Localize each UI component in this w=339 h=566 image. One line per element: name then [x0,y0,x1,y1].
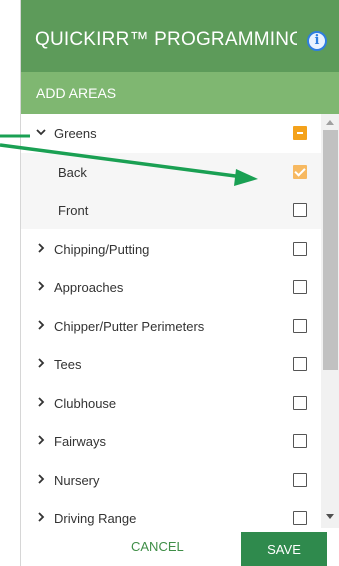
area-checkbox[interactable] [293,472,307,487]
list-item[interactable]: Driving Range [21,499,321,528]
list-item-label: Tees [54,357,82,372]
list-item[interactable]: Chipping/Putting [21,230,321,268]
area-checkbox[interactable] [293,241,307,256]
area-checkbox[interactable] [293,203,307,217]
list-item[interactable]: Clubhouse [21,384,321,422]
chevron-right-icon[interactable] [35,242,47,254]
list-item-label: Driving Range [54,511,137,526]
chevron-right-icon[interactable] [35,473,47,485]
area-checkbox[interactable] [293,357,307,371]
chevron-right-icon[interactable] [35,319,47,331]
section-title: ADD AREAS [36,85,117,101]
chevron-right-icon[interactable] [35,357,47,369]
area-list: Greens Back Front Chipping/Putting Approache… [21,114,321,528]
list-item[interactable]: Chipper/Putter Perimeters [21,307,321,345]
list-subitem[interactable]: Back [21,152,321,191]
chevron-right-icon[interactable] [35,280,47,292]
list-item-label: Fairways [54,434,107,449]
list-item-label: Chipper/Putter Perimeters [54,318,205,334]
dialog-footer: CANCEL SAVE [21,528,339,566]
list-item[interactable]: Greens [21,114,321,152]
area-checkbox[interactable] [293,511,307,525]
list-item[interactable]: Fairways [21,422,321,460]
list-item[interactable]: Nursery [21,461,321,499]
area-checkbox[interactable] [293,280,307,294]
list-item-label: Back [58,164,87,180]
chevron-right-icon[interactable] [35,511,47,523]
list-subitem[interactable]: Front [21,191,321,229]
save-button[interactable]: SAVE [241,532,327,566]
list-scrollbar[interactable] [321,114,339,528]
area-checkbox[interactable] [293,318,307,333]
list-item-label: Nursery [54,472,100,488]
area-checkbox[interactable] [293,164,307,179]
scroll-down-arrow-icon[interactable] [326,514,334,519]
area-checkbox[interactable] [293,126,307,140]
list-item-label: Front [58,203,89,218]
list-item-label: Greens [54,126,97,141]
cancel-button[interactable]: CANCEL [131,539,184,554]
section-header: ADD AREAS [21,72,339,114]
scroll-up-arrow-icon[interactable] [326,120,334,125]
panel-title: QUICKIRR™ PROGRAMMING [35,29,297,50]
area-checkbox[interactable] [293,434,307,448]
scroll-thumb[interactable] [323,130,338,370]
list-item-label: Chipping/Putting [54,241,150,257]
list-item[interactable]: Tees [21,345,321,383]
list-item[interactable]: Approaches [21,268,321,306]
list-item-label: Clubhouse [54,395,117,411]
chevron-right-icon[interactable] [35,434,47,446]
area-checkbox[interactable] [293,395,307,410]
chevron-down-icon[interactable] [35,126,47,138]
chevron-right-icon[interactable] [35,396,47,408]
info-icon[interactable]: i [307,31,327,51]
programming-panel: QUICKIRR™ PROGRAMMING i ADD AREAS Greens… [20,0,339,566]
list-item-label: Approaches [54,280,124,295]
